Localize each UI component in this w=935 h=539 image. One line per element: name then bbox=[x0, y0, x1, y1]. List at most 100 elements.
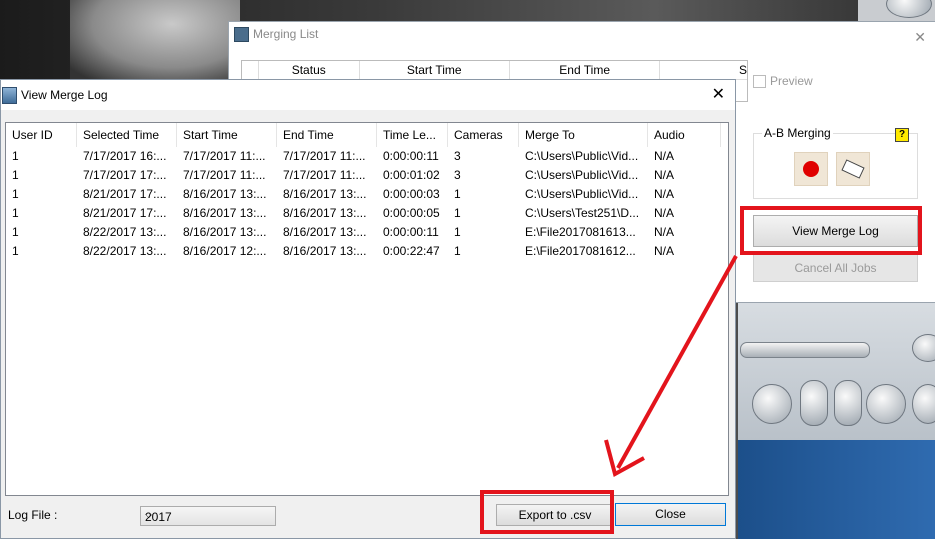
cell-selected-time: 8/21/2017 17:... bbox=[83, 206, 167, 220]
table-row[interactable]: 1 7/17/2017 16:... 7/17/2017 11:... 7/17… bbox=[6, 147, 728, 166]
cell-cameras: 3 bbox=[454, 149, 461, 163]
table-row[interactable]: 1 7/17/2017 17:... 7/17/2017 11:... 7/17… bbox=[6, 166, 728, 185]
merge-log-titlebar: View Merge Log ✕ bbox=[1, 80, 735, 110]
volume-slider[interactable] bbox=[740, 342, 870, 358]
col-audio[interactable]: Audio bbox=[648, 123, 721, 147]
cell-audio: N/A bbox=[654, 187, 675, 201]
cell-user-id: 1 bbox=[12, 225, 19, 239]
log-file-select[interactable]: 2017 ⌵ bbox=[140, 506, 276, 526]
table-row[interactable]: 1 8/22/2017 13:... 8/16/2017 13:... 8/16… bbox=[6, 223, 728, 242]
highlight-box-view-merge-log bbox=[740, 206, 922, 255]
cell-end-time: 8/16/2017 13:... bbox=[283, 206, 367, 220]
cell-end-time: 7/17/2017 11:... bbox=[283, 149, 366, 163]
preview-checkbox[interactable]: Preview bbox=[753, 74, 813, 89]
col-time-length[interactable]: Time Le... bbox=[377, 123, 448, 147]
cell-end-time: 8/16/2017 13:... bbox=[283, 225, 367, 239]
cell-time-length: 0:00:22:47 bbox=[383, 244, 440, 258]
close-button[interactable]: Close bbox=[615, 503, 726, 526]
speed-stepper[interactable] bbox=[800, 380, 828, 426]
cell-start-time: 7/17/2017 11:... bbox=[183, 168, 266, 182]
checkbox-icon[interactable] bbox=[753, 75, 766, 89]
help-icon[interactable]: ? bbox=[895, 128, 909, 142]
close-icon[interactable]: ✕ bbox=[712, 80, 725, 110]
grid-header-end-time: End Time bbox=[510, 61, 661, 79]
ab-button[interactable] bbox=[866, 384, 906, 424]
cell-selected-time: 8/21/2017 17:... bbox=[83, 187, 167, 201]
table-row[interactable]: 1 8/22/2017 13:... 8/16/2017 12:... 8/16… bbox=[6, 242, 728, 261]
log-app-icon bbox=[2, 87, 17, 104]
cell-user-id: 1 bbox=[12, 206, 19, 220]
cell-selected-time: 7/17/2017 16:... bbox=[83, 149, 167, 163]
cell-merge-to: C:\Users\Public\Vid... bbox=[525, 168, 639, 182]
merge-log-title: View Merge Log bbox=[21, 88, 108, 102]
col-end-time[interactable]: End Time bbox=[277, 123, 377, 147]
log-file-label: Log File : bbox=[8, 508, 58, 522]
player-status-area bbox=[738, 440, 935, 539]
list-header: User ID Selected Time Start Time End Tim… bbox=[6, 123, 728, 147]
cell-start-time: 7/17/2017 11:... bbox=[183, 149, 266, 163]
highlight-box-export bbox=[480, 490, 614, 534]
cell-merge-to: C:\Users\Test251\D... bbox=[525, 206, 640, 220]
grid-header-blank bbox=[242, 61, 259, 79]
col-user-id[interactable]: User ID bbox=[6, 123, 77, 147]
cell-user-id: 1 bbox=[12, 168, 19, 182]
grid-header-status: Status bbox=[259, 61, 360, 79]
ab-merging-label: A-B Merging bbox=[762, 126, 833, 140]
cell-audio: N/A bbox=[654, 225, 675, 239]
cell-selected-time: 7/17/2017 17:... bbox=[83, 168, 167, 182]
eraser-button[interactable] bbox=[836, 152, 870, 186]
ab-merging-group: A-B Merging ? bbox=[753, 126, 918, 199]
merging-list-titlebar: Merging List ✕ bbox=[229, 22, 935, 46]
cell-time-length: 0:00:00:11 bbox=[383, 149, 439, 163]
grid-header-s: S bbox=[739, 63, 748, 77]
chevron-down-icon: ⌵ bbox=[145, 510, 153, 521]
next-frame-button[interactable] bbox=[752, 384, 792, 424]
cell-time-length: 0:00:00:03 bbox=[383, 187, 440, 201]
cell-cameras: 1 bbox=[454, 206, 461, 220]
cell-user-id: 1 bbox=[12, 149, 19, 163]
cell-user-id: 1 bbox=[12, 187, 19, 201]
col-start-time[interactable]: Start Time bbox=[177, 123, 277, 147]
cell-merge-to: C:\Users\Public\Vid... bbox=[525, 187, 639, 201]
grid-header-start-time: Start Time bbox=[360, 61, 510, 79]
cell-selected-time: 8/22/2017 13:... bbox=[83, 244, 167, 258]
cell-merge-to: E:\File2017081613... bbox=[525, 225, 636, 239]
cell-selected-time: 8/22/2017 13:... bbox=[83, 225, 167, 239]
cell-start-time: 8/16/2017 13:... bbox=[183, 187, 267, 201]
cell-time-length: 0:00:00:05 bbox=[383, 206, 440, 220]
cell-merge-to: C:\Users\Public\Vid... bbox=[525, 149, 639, 163]
video-frame bbox=[70, 0, 240, 80]
cell-start-time: 8/16/2017 13:... bbox=[183, 225, 267, 239]
preview-label: Preview bbox=[770, 74, 813, 88]
cell-start-time: 8/16/2017 13:... bbox=[183, 206, 267, 220]
cell-end-time: 8/16/2017 13:... bbox=[283, 187, 367, 201]
table-row[interactable]: 1 8/21/2017 17:... 8/16/2017 13:... 8/16… bbox=[6, 185, 728, 204]
cell-audio: N/A bbox=[654, 149, 675, 163]
col-cameras[interactable]: Cameras bbox=[448, 123, 519, 147]
zoom-stepper[interactable] bbox=[834, 380, 862, 426]
cell-end-time: 8/16/2017 13:... bbox=[283, 244, 367, 258]
cell-cameras: 1 bbox=[454, 187, 461, 201]
record-button[interactable] bbox=[794, 152, 828, 186]
col-selected-time[interactable]: Selected Time bbox=[77, 123, 177, 147]
cell-end-time: 7/17/2017 11:... bbox=[283, 168, 366, 182]
cell-audio: N/A bbox=[654, 206, 675, 220]
view-merge-log-window: View Merge Log ✕ User ID Selected Time S… bbox=[0, 79, 736, 539]
app-icon bbox=[234, 27, 249, 42]
cell-start-time: 8/16/2017 12:... bbox=[183, 244, 267, 258]
merging-list-title: Merging List bbox=[253, 27, 319, 41]
close-icon[interactable]: ✕ bbox=[914, 25, 926, 49]
grid-header: Status Start Time End Time S bbox=[242, 61, 747, 80]
merge-log-list[interactable]: User ID Selected Time Start Time End Tim… bbox=[5, 122, 729, 496]
cell-time-length: 0:00:01:02 bbox=[383, 168, 440, 182]
cell-merge-to: E:\File2017081612... bbox=[525, 244, 636, 258]
cancel-all-jobs-button[interactable]: Cancel All Jobs bbox=[753, 254, 918, 282]
cell-audio: N/A bbox=[654, 168, 675, 182]
table-row[interactable]: 1 8/21/2017 17:... 8/16/2017 13:... 8/16… bbox=[6, 204, 728, 223]
cell-user-id: 1 bbox=[12, 244, 19, 258]
cell-cameras: 3 bbox=[454, 168, 461, 182]
cell-audio: N/A bbox=[654, 244, 675, 258]
cell-cameras: 1 bbox=[454, 225, 461, 239]
cell-time-length: 0:00:00:11 bbox=[383, 225, 439, 239]
col-merge-to[interactable]: Merge To bbox=[519, 123, 648, 147]
